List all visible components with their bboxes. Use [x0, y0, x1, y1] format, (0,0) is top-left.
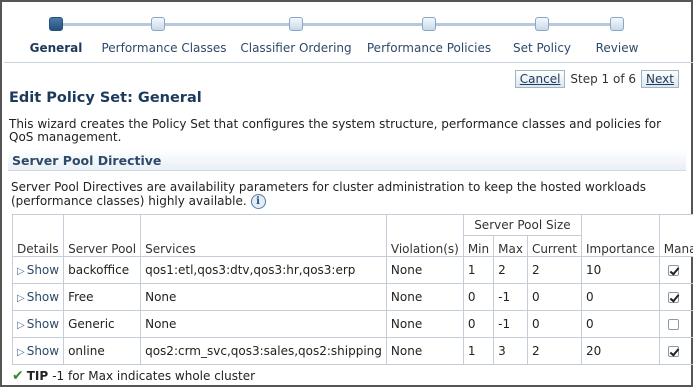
col-header-server-pool: Server Pool — [63, 214, 142, 257]
tip-bar: ✔ TIP -1 for Max indicates whole cluster — [12, 368, 255, 384]
expand-triangle-icon[interactable]: ▷ — [17, 266, 25, 277]
current-cell: 2 — [526, 337, 583, 365]
checkmark-icon: ✔ — [12, 368, 24, 384]
step-indicator: Step 1 of 6 — [570, 72, 637, 86]
col-header-manage: Manage — [658, 214, 693, 257]
min-cell: 0 — [462, 283, 495, 311]
max-cell: 2 — [493, 256, 528, 284]
manage-cell — [658, 337, 693, 365]
table-row: ▷ Show Generic None None 0 -1 0 0 — [11, 310, 693, 338]
server-pool-cell: online — [63, 337, 142, 365]
expand-triangle-icon[interactable]: ▷ — [17, 347, 25, 358]
col-header-violations: Violation(s) — [385, 214, 464, 257]
wizard-window: General Performance Classes Classifier O… — [0, 0, 693, 387]
col-header-server-pool-size: Server Pool Size — [462, 214, 583, 236]
wizard-nav: Cancel Step 1 of 6 Next — [514, 70, 679, 88]
expand-triangle-icon[interactable]: ▷ — [17, 293, 25, 304]
train-connector — [56, 23, 618, 26]
details-cell[interactable]: ▷ Show — [11, 256, 65, 284]
show-link[interactable]: Show — [27, 290, 59, 304]
section-title: Server Pool Directive — [12, 153, 162, 168]
train-label-review[interactable]: Review — [596, 41, 639, 55]
server-pool-cell: Generic — [63, 310, 142, 338]
col-header-importance: Importance — [581, 214, 660, 257]
details-cell[interactable]: ▷ Show — [11, 310, 65, 338]
info-icon[interactable]: i — [250, 194, 266, 209]
cancel-button[interactable]: Cancel — [514, 70, 566, 88]
violations-cell: None — [385, 310, 464, 338]
train-label-general: General — [29, 41, 83, 55]
show-link[interactable]: Show — [27, 263, 59, 277]
server-pool-table: Details Server Pool Services Violation(s… — [11, 214, 693, 365]
show-link[interactable]: Show — [27, 344, 59, 358]
table-row: ▷ Show backoffice qos1:etl,qos3:dtv,qos3:… — [11, 256, 693, 284]
server-pool-cell: Free — [63, 283, 142, 311]
table-row: ▷ Show online qos2:crm_svc,qos3:sales,qos… — [11, 337, 693, 365]
section-description: Server Pool Directives are availability … — [11, 180, 681, 209]
importance-cell: 10 — [581, 256, 660, 284]
importance-cell: 0 — [581, 310, 660, 338]
services-cell: qos2:crm_svc,qos3:sales,qos2:shipping — [140, 337, 387, 365]
violations-cell: None — [385, 283, 464, 311]
manage-checkbox[interactable] — [667, 346, 679, 357]
details-cell[interactable]: ▷ Show — [11, 283, 65, 311]
page-title: Edit Policy Set: General — [9, 90, 202, 106]
importance-cell: 20 — [581, 337, 660, 365]
manage-checkbox[interactable] — [667, 319, 679, 330]
section-header: Server Pool Directive — [8, 149, 686, 171]
services-cell: None — [140, 283, 387, 311]
train-stop-performance-policies[interactable] — [422, 17, 436, 31]
details-cell[interactable]: ▷ Show — [11, 337, 65, 365]
train-label-performance-policies[interactable]: Performance Policies — [367, 41, 491, 55]
manage-checkbox[interactable] — [667, 292, 679, 303]
manage-cell — [658, 310, 693, 338]
max-cell: -1 — [493, 310, 528, 338]
train-label-performance-classes[interactable]: Performance Classes — [101, 41, 226, 55]
min-cell: 0 — [462, 310, 495, 338]
col-header-current: Current — [526, 235, 583, 257]
min-cell: 1 — [462, 256, 495, 284]
show-link[interactable]: Show — [27, 317, 59, 331]
max-cell: 3 — [493, 337, 528, 365]
train-stop-review[interactable] — [610, 17, 624, 31]
tip-text: -1 for Max indicates whole cluster — [52, 369, 256, 383]
violations-cell: None — [385, 256, 464, 284]
train-stop-classifier-ordering[interactable] — [289, 17, 303, 31]
col-header-min: Min — [462, 235, 495, 257]
page-description: This wizard creates the Policy Set that … — [9, 117, 662, 144]
max-cell: -1 — [493, 283, 528, 311]
col-header-services: Services — [140, 214, 387, 257]
col-header-max: Max — [493, 235, 528, 257]
train-stop-set-policy[interactable] — [535, 17, 549, 31]
services-cell: None — [140, 310, 387, 338]
col-header-details: Details — [11, 214, 65, 257]
manage-cell — [658, 283, 693, 311]
manage-cell — [658, 256, 693, 284]
next-button[interactable]: Next — [641, 70, 679, 88]
importance-cell: 0 — [581, 283, 660, 311]
train-label-set-policy[interactable]: Set Policy — [513, 41, 571, 55]
services-cell: qos1:etl,qos3:dtv,qos3:hr,qos3:erp — [140, 256, 387, 284]
train-label-classifier-ordering[interactable]: Classifier Ordering — [240, 41, 351, 55]
current-cell: 2 — [526, 256, 583, 284]
violations-cell: None — [385, 337, 464, 365]
server-pool-cell: backoffice — [63, 256, 142, 284]
expand-triangle-icon[interactable]: ▷ — [17, 320, 25, 331]
table-row: ▷ Show Free None None 0 -1 0 0 — [11, 283, 693, 311]
train-stop-general — [49, 17, 63, 31]
current-cell: 0 — [526, 283, 583, 311]
train-stop-performance-classes[interactable] — [151, 17, 165, 31]
tip-label: TIP — [26, 369, 49, 383]
min-cell: 1 — [462, 337, 495, 365]
manage-checkbox[interactable] — [667, 265, 679, 276]
current-cell: 0 — [526, 310, 583, 338]
section-description-text: Server Pool Directives are availability … — [11, 180, 646, 208]
divider — [4, 62, 693, 63]
